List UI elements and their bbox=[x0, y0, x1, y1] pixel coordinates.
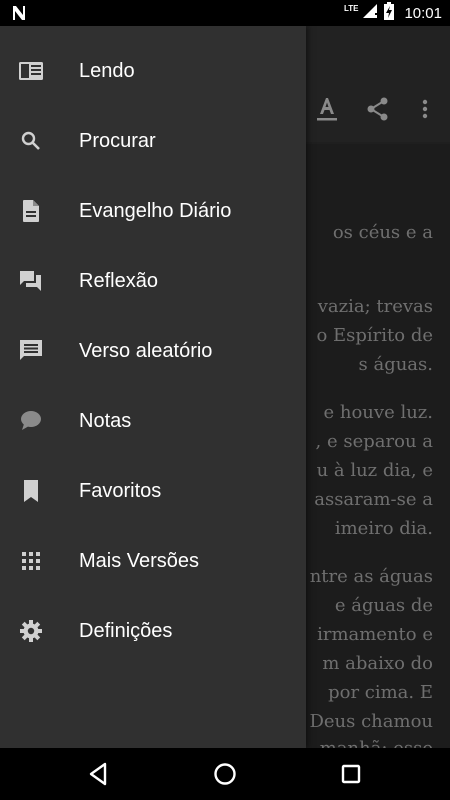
share-icon[interactable] bbox=[366, 96, 390, 127]
speech-bubble-icon bbox=[18, 408, 44, 434]
text-format-icon[interactable] bbox=[316, 96, 338, 127]
status-icons: LTE 10:01 bbox=[344, 0, 442, 26]
reading-line: , e separou a bbox=[315, 431, 433, 452]
drawer-item-label: Lendo bbox=[79, 59, 135, 82]
drawer-item-lendo[interactable]: Lendo bbox=[0, 36, 306, 106]
drawer-item-label: Evangelho Diário bbox=[79, 199, 232, 222]
drawer-item-label: Notas bbox=[79, 409, 132, 432]
reading-line: o Espírito de bbox=[316, 325, 433, 346]
reading-line: assaram-se a bbox=[314, 489, 433, 510]
network-type-label: LTE bbox=[343, 4, 359, 13]
drawer-item-favoritos[interactable]: Favoritos bbox=[0, 456, 306, 526]
drawer-item-mais-versoes[interactable]: Mais Versões bbox=[0, 526, 306, 596]
system-nav-bar bbox=[0, 748, 450, 800]
navigation-drawer: Lendo Procurar Evangelho Diário Reflexão… bbox=[0, 26, 306, 748]
search-icon bbox=[18, 128, 44, 154]
reading-line: e águas de bbox=[334, 595, 433, 616]
reading-line: e houve luz. bbox=[323, 402, 434, 423]
gear-icon bbox=[18, 618, 44, 644]
drawer-item-label: Mais Versões bbox=[79, 549, 200, 572]
clock: 10:01 bbox=[404, 4, 442, 22]
reading-line: Deus chamou bbox=[309, 711, 433, 732]
drawer-item-label: Verso aleatório bbox=[79, 339, 213, 362]
drawer-item-reflexao[interactable]: Reflexão bbox=[0, 246, 306, 316]
drawer-item-label: Favoritos bbox=[79, 479, 162, 502]
signal-icon bbox=[362, 3, 378, 24]
reading-line: irmamento e bbox=[317, 624, 433, 645]
drawer-item-label: Procurar bbox=[79, 129, 156, 152]
battery-charging-icon bbox=[384, 1, 395, 25]
drawer-item-label: Reflexão bbox=[79, 269, 158, 292]
drawer-item-procurar[interactable]: Procurar bbox=[0, 106, 306, 176]
bookmark-icon bbox=[18, 478, 44, 504]
reading-line: os céus e a bbox=[332, 222, 433, 243]
reading-line: imeiro dia. bbox=[334, 518, 433, 539]
drawer-item-evangelho-diario[interactable]: Evangelho Diário bbox=[0, 176, 306, 246]
reading-line: por cima. E bbox=[328, 682, 433, 703]
chat-list-icon bbox=[18, 338, 44, 364]
recents-icon[interactable] bbox=[337, 760, 365, 788]
document-icon bbox=[18, 198, 44, 224]
forum-icon bbox=[18, 268, 44, 294]
home-icon[interactable] bbox=[211, 760, 239, 788]
back-icon[interactable] bbox=[84, 760, 112, 788]
reading-line: u à luz dia, e bbox=[316, 460, 433, 481]
notification-n-icon bbox=[10, 4, 28, 22]
more-vert-icon[interactable] bbox=[420, 96, 430, 127]
drawer-item-definicoes[interactable]: Definições bbox=[0, 596, 306, 666]
drawer-item-notas[interactable]: Notas bbox=[0, 386, 306, 456]
reading-line: s águas. bbox=[358, 354, 434, 375]
reading-line: m abaixo do bbox=[322, 653, 433, 674]
reading-line: vazia; trevas bbox=[317, 296, 433, 317]
book-reading-icon bbox=[18, 58, 44, 84]
reading-line: manhã; esse bbox=[320, 738, 433, 748]
status-bar: LTE 10:01 bbox=[0, 0, 450, 26]
reading-line: ntre as águas bbox=[309, 566, 433, 587]
drawer-item-verso-aleatorio[interactable]: Verso aleatório bbox=[0, 316, 306, 386]
grid-icon bbox=[18, 548, 44, 574]
drawer-item-label: Definições bbox=[79, 619, 173, 642]
